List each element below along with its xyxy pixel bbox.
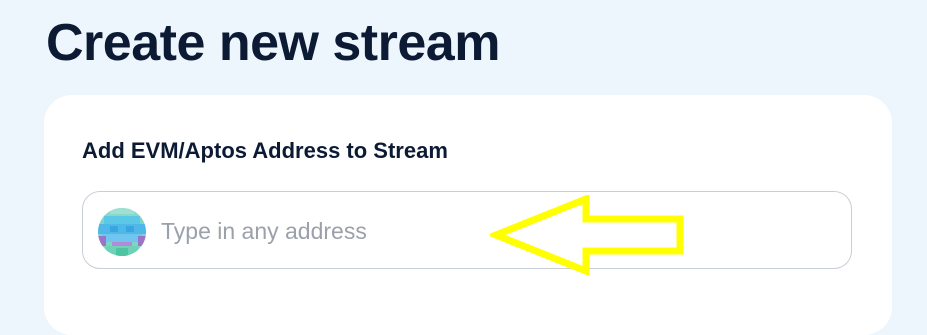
arrow-left-icon [490, 195, 684, 275]
address-field[interactable] [82, 191, 852, 269]
create-stream-card: Add EVM/Aptos Address to Stream [44, 95, 892, 335]
page-title: Create new stream [46, 14, 500, 72]
address-field-label: Add EVM/Aptos Address to Stream [82, 138, 448, 163]
identicon-avatar-icon [98, 208, 146, 256]
address-input[interactable] [161, 210, 801, 252]
